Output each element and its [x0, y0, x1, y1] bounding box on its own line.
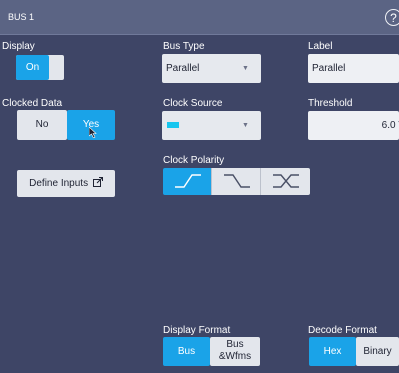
- chevron-down-icon: ▼: [242, 122, 249, 129]
- decode-format-binary-button[interactable]: Binary: [356, 337, 399, 366]
- title-bar: BUS 1 ?: [0, 0, 399, 35]
- clock-polarity-label: Clock Polarity: [163, 155, 225, 166]
- display-format-label: Display Format: [163, 325, 231, 336]
- either-edge-icon: [273, 174, 299, 188]
- bus-type-dropdown[interactable]: Parallel ▼: [162, 54, 261, 83]
- define-inputs-label: Define Inputs: [29, 178, 89, 189]
- display-format-bus-button[interactable]: Bus: [163, 337, 210, 366]
- display-format-bus-wfms-button[interactable]: Bus &Wfms: [210, 337, 260, 366]
- clocked-data-label: Clocked Data: [2, 98, 63, 109]
- threshold-value: 6.0 V: [381, 120, 399, 131]
- clock-source-color-swatch: [167, 122, 179, 128]
- clocked-data-no-button[interactable]: No: [17, 110, 67, 140]
- external-link-icon: [92, 177, 103, 187]
- rising-edge-icon: [175, 174, 201, 188]
- polarity-rising-edge-button[interactable]: [163, 168, 212, 195]
- clock-source-dropdown[interactable]: ▼: [162, 111, 261, 140]
- panel-title: BUS 1: [8, 12, 35, 22]
- polarity-falling-edge-button[interactable]: [212, 168, 261, 195]
- decode-format-label: Decode Format: [308, 325, 377, 336]
- threshold-label: Threshold: [308, 98, 353, 109]
- bus-type-label: Bus Type: [163, 41, 205, 52]
- label-field-label: Label: [308, 41, 333, 52]
- display-label: Display: [2, 41, 35, 52]
- label-input-value: Parallel: [312, 63, 346, 74]
- clock-source-label: Clock Source: [163, 98, 223, 109]
- define-inputs-button[interactable]: Define Inputs: [17, 170, 115, 197]
- display-on-button[interactable]: On: [16, 55, 49, 80]
- polarity-either-edge-button[interactable]: [261, 168, 310, 195]
- help-icon[interactable]: ?: [385, 9, 399, 26]
- chevron-down-icon: ▼: [242, 65, 249, 72]
- threshold-input[interactable]: 6.0 V: [308, 111, 399, 140]
- display-toggle[interactable]: On: [16, 55, 64, 80]
- bus-type-value: Parallel: [166, 63, 200, 74]
- label-input[interactable]: Parallel: [308, 54, 399, 83]
- mouse-cursor-icon: [89, 127, 97, 138]
- bus-wfms-line2: &Wfms: [218, 351, 252, 362]
- bus-wfms-line1: Bus: [226, 339, 244, 350]
- falling-edge-icon: [224, 174, 250, 188]
- decode-format-hex-button[interactable]: Hex: [309, 337, 356, 366]
